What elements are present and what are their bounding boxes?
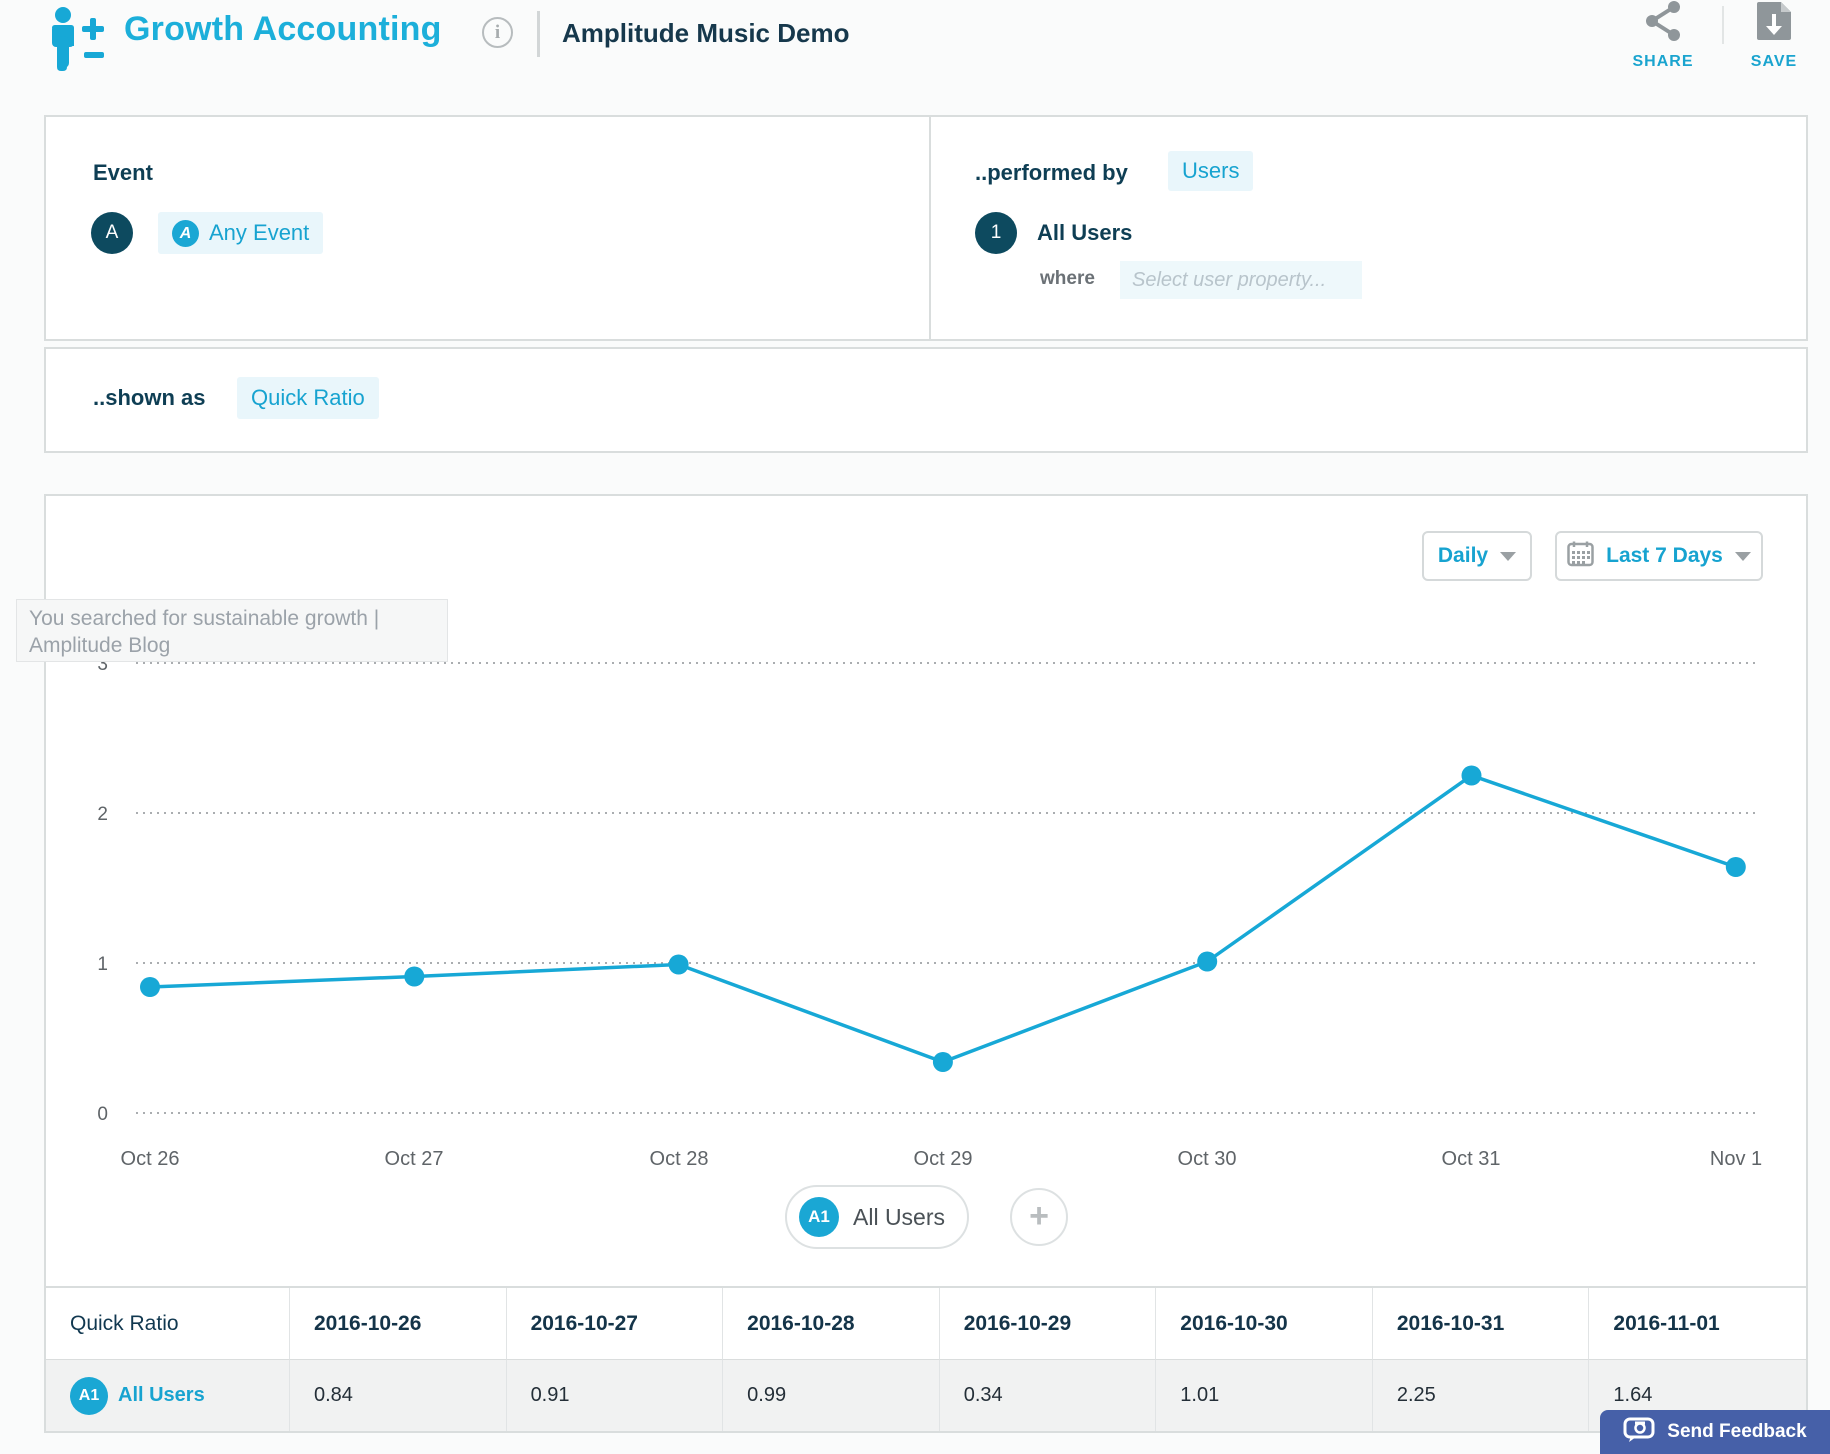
event-badge: A [91, 212, 133, 254]
share-button[interactable]: SHARE [1621, 0, 1705, 71]
x-tick: Oct 29 [914, 1148, 973, 1170]
share-icon [1641, 29, 1685, 46]
where-label: where [1040, 268, 1095, 290]
table-col-header: 2016-10-27 [507, 1288, 724, 1360]
feedback-label: Send Feedback [1667, 1421, 1806, 1443]
table-col-header: 2016-10-29 [940, 1288, 1157, 1360]
data-point[interactable] [1462, 766, 1482, 786]
users-chip[interactable]: Users [1168, 151, 1253, 191]
legend-series-label: All Users [853, 1204, 945, 1231]
x-tick: Oct 31 [1442, 1148, 1501, 1170]
save-icon [1755, 29, 1793, 46]
query-panel-divider [929, 117, 931, 339]
event-section-label: Event [93, 160, 153, 186]
y-tick-1: 1 [97, 954, 108, 975]
table-col-header: 2016-10-26 [290, 1288, 507, 1360]
growth-accounting-page: Growth Accounting i Amplitude Music Demo… [0, 0, 1830, 1454]
data-point[interactable] [1726, 857, 1746, 877]
users-chip-label: Users [1182, 158, 1239, 184]
y-axis-labels: 3 2 1 0 [97, 654, 108, 1125]
tooltip-line1: You searched for sustainable growth | [29, 605, 435, 632]
any-event-chip[interactable]: A Any Event [158, 212, 323, 254]
info-icon[interactable]: i [482, 17, 513, 48]
feedback-camera-icon [1623, 1416, 1655, 1449]
x-tick: Oct 30 [1178, 1148, 1237, 1170]
data-point[interactable] [669, 955, 689, 975]
send-feedback-button[interactable]: Send Feedback [1600, 1410, 1830, 1454]
header-divider [1722, 6, 1724, 44]
data-point[interactable] [404, 967, 424, 987]
row-series-badge: A1 [70, 1377, 108, 1415]
save-button[interactable]: SAVE [1732, 0, 1816, 71]
series-all-users [140, 766, 1746, 1073]
table-value: 0.84 [290, 1360, 507, 1431]
any-event-label: Any Event [209, 220, 309, 246]
table-col-header: 2016-10-30 [1156, 1288, 1373, 1360]
document-title: Amplitude Music Demo [562, 18, 849, 49]
page-title: Growth Accounting [124, 10, 442, 49]
data-point[interactable] [140, 977, 160, 997]
user-property-input[interactable] [1120, 261, 1362, 299]
series-line [150, 776, 1736, 1063]
table-value: 2.25 [1373, 1360, 1590, 1431]
y-tick-2: 2 [97, 804, 108, 825]
table-col-header: 2016-10-28 [723, 1288, 940, 1360]
growth-accounting-icon [46, 6, 108, 79]
table-value: 0.91 [507, 1360, 724, 1431]
performed-by-label: ..performed by [975, 160, 1128, 186]
x-tick: Oct 26 [121, 1148, 180, 1170]
table-corner-header: Quick Ratio [46, 1288, 290, 1360]
tooltip-line2: Amplitude Blog [29, 632, 435, 659]
gridlines [136, 663, 1755, 1113]
title-divider [537, 11, 540, 57]
x-tick: Nov 1 [1710, 1148, 1762, 1170]
x-tick: Oct 27 [385, 1148, 444, 1170]
data-point[interactable] [1197, 952, 1217, 972]
table-col-header: 2016-11-01 [1589, 1288, 1806, 1360]
table-value: 0.34 [940, 1360, 1157, 1431]
quick-ratio-label: Quick Ratio [251, 385, 365, 411]
table-value: 1.01 [1156, 1360, 1373, 1431]
quick-ratio-chip[interactable]: Quick Ratio [237, 377, 379, 419]
amplitude-logo-icon: A [172, 220, 199, 247]
results-table: Quick Ratio 2016-10-26 2016-10-27 2016-1… [44, 1286, 1808, 1433]
shown-as-label: ..shown as [93, 385, 205, 411]
x-axis-labels: Oct 26 Oct 27 Oct 28 Oct 29 Oct 30 Oct 3… [121, 1148, 1763, 1170]
add-series-button[interactable]: + [1010, 1188, 1068, 1246]
share-label: SHARE [1621, 53, 1705, 71]
x-tick: Oct 28 [650, 1148, 709, 1170]
table-col-header: 2016-10-31 [1373, 1288, 1590, 1360]
segment-name: All Users [1037, 220, 1132, 246]
legend-all-users-pill[interactable]: A1 All Users [785, 1185, 969, 1249]
browser-status-tooltip: You searched for sustainable growth | Am… [16, 599, 448, 662]
y-tick-0: 0 [97, 1104, 108, 1125]
save-label: SAVE [1732, 53, 1816, 71]
segment-badge: 1 [975, 212, 1017, 254]
table-row-label[interactable]: A1 All Users [46, 1360, 290, 1431]
row-series-name: All Users [118, 1384, 205, 1407]
legend-series-badge: A1 [799, 1197, 839, 1237]
table-value: 0.99 [723, 1360, 940, 1431]
data-point[interactable] [933, 1052, 953, 1072]
